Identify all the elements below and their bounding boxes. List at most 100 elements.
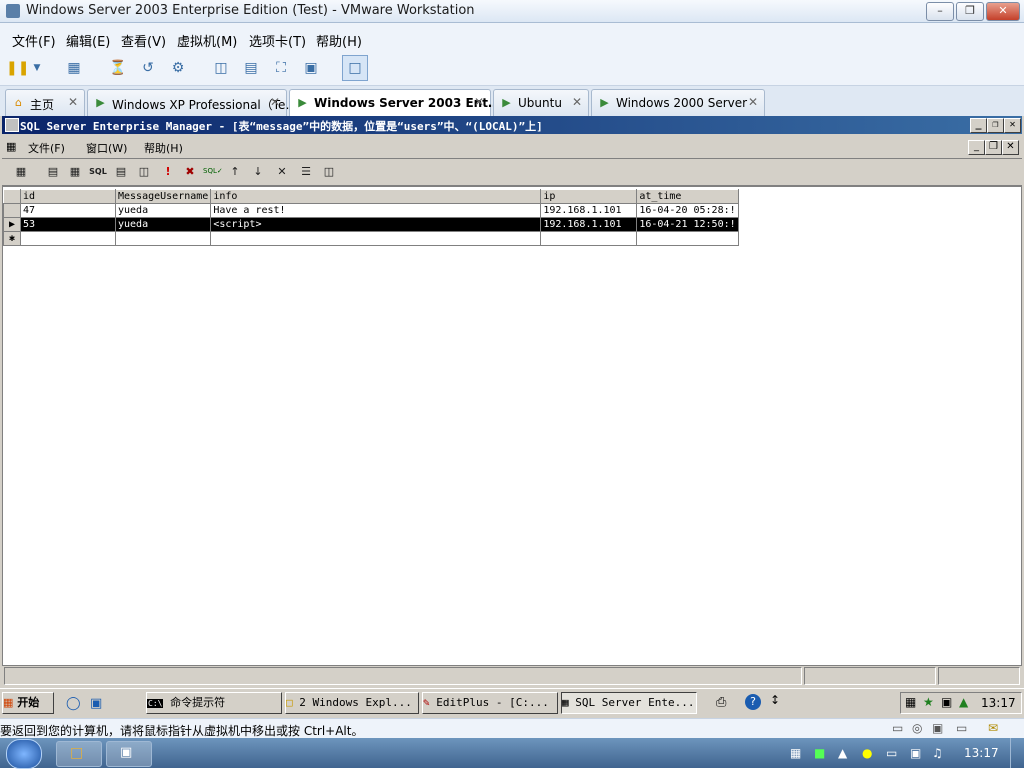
menu-help[interactable]: 帮助(H) bbox=[316, 31, 362, 50]
close-icon[interactable]: ✕ bbox=[270, 95, 280, 109]
table-cell[interactable]: yueda bbox=[114, 217, 212, 232]
vmware-tools-icon[interactable]: ▣ bbox=[941, 695, 952, 709]
taskbar-button-cmd[interactable]: C:\ 命令提示符 bbox=[146, 692, 282, 714]
table-cell[interactable]: Have a rest! bbox=[210, 203, 542, 218]
row-selector[interactable] bbox=[3, 203, 21, 218]
revert-snapshot-icon[interactable]: ↺ bbox=[138, 58, 158, 78]
tab-home[interactable]: ⌂ 主页 ✕ bbox=[5, 89, 85, 116]
run-icon[interactable]: ! bbox=[159, 163, 177, 180]
hard-disk-icon[interactable]: ▭ bbox=[892, 721, 903, 735]
table-cell[interactable]: 53 bbox=[20, 217, 116, 232]
send-ctrl-alt-del-icon[interactable]: ▦ bbox=[64, 58, 84, 78]
tab-ubuntu[interactable]: ▶ Ubuntu ✕ bbox=[493, 89, 589, 116]
tab-windows-2000[interactable]: ▶ Windows 2000 Server ✕ bbox=[591, 89, 765, 116]
table-cell[interactable]: yueda bbox=[114, 203, 212, 218]
sql-restore-button[interactable]: ❐ bbox=[987, 118, 1004, 133]
properties-icon[interactable]: ▦ bbox=[12, 163, 30, 180]
table-cell[interactable] bbox=[114, 231, 212, 246]
tab-windows-xp[interactable]: ▶ Windows XP Professional（Te… ✕ bbox=[87, 89, 297, 116]
column-header[interactable]: id bbox=[20, 189, 116, 204]
child-restore-button[interactable]: ❐ bbox=[985, 140, 1002, 155]
table-cell[interactable]: 192.168.1.101 bbox=[540, 217, 638, 232]
table-row-selected[interactable]: ▶ 53 yueda <script> 192.168.1.101 16-04-… bbox=[3, 217, 739, 232]
windows-start-orb-icon[interactable] bbox=[6, 739, 42, 769]
results-pane-icon[interactable]: ▤ bbox=[112, 163, 130, 180]
sql-minimize-button[interactable]: _ bbox=[970, 118, 987, 133]
menu-vm[interactable]: 虚拟机(M) bbox=[177, 31, 237, 50]
security-icon[interactable]: ★ bbox=[923, 695, 934, 709]
taskbar-button-sql-server[interactable]: ▦ SQL Server Ente... bbox=[561, 692, 697, 714]
table-cell[interactable]: 192.168.1.101 bbox=[540, 203, 638, 218]
usb-device-icon[interactable]: ▭ bbox=[956, 721, 967, 735]
show-library-icon[interactable]: ◫ bbox=[211, 58, 231, 78]
host-task-vmware[interactable]: ▣ bbox=[106, 741, 152, 767]
table-cell[interactable] bbox=[210, 231, 542, 246]
snapshot-icon[interactable]: ⏳ bbox=[108, 58, 128, 78]
sql-menu-file[interactable]: 文件(F) bbox=[28, 140, 65, 156]
network-icon[interactable]: ▦ bbox=[905, 695, 916, 709]
sort-descending-icon[interactable]: ↓ bbox=[249, 163, 267, 180]
menu-tabs[interactable]: 选项卡(T) bbox=[249, 31, 306, 50]
internet-explorer-icon[interactable]: ◯ bbox=[66, 696, 81, 711]
verify-sql-icon[interactable]: SQL✓ bbox=[203, 163, 223, 180]
network-adapter-icon[interactable]: ▣ bbox=[932, 721, 943, 735]
new-row-asterisk-icon[interactable]: ✱ bbox=[3, 231, 21, 246]
menu-file[interactable]: 文件(F) bbox=[12, 31, 56, 50]
cd-rom-icon[interactable]: ◎ bbox=[912, 721, 922, 735]
tab-windows-server-2003[interactable]: ▶ Windows Server 2003 Ent… ✕ bbox=[289, 89, 500, 117]
document-icon[interactable]: ▦ bbox=[6, 140, 20, 154]
table-cell[interactable] bbox=[636, 231, 739, 246]
sort-ascending-icon[interactable]: ↑ bbox=[226, 163, 244, 180]
child-minimize-button[interactable]: _ bbox=[968, 140, 985, 155]
sql-menu-window[interactable]: 窗口(W) bbox=[86, 140, 127, 156]
column-header[interactable]: at_time bbox=[636, 189, 739, 204]
results-grid[interactable]: id MessageUsername info ip at_time 47 yu… bbox=[3, 189, 739, 246]
safely-remove-icon[interactable]: ▲ bbox=[959, 695, 968, 709]
sql-close-button[interactable]: ✕ bbox=[1004, 118, 1021, 133]
outlook-express-icon[interactable]: ▣ bbox=[90, 696, 102, 711]
group-by-icon[interactable]: ☰ bbox=[297, 163, 315, 180]
maximize-button[interactable]: ❐ bbox=[956, 2, 984, 21]
tray-icon[interactable]: ■ bbox=[814, 746, 825, 760]
column-header[interactable]: info bbox=[210, 189, 542, 204]
tray-icon[interactable]: ▭ bbox=[886, 746, 897, 760]
sql-pane-icon[interactable]: SQL bbox=[89, 163, 107, 180]
network-activity-icon[interactable]: ↕ bbox=[770, 693, 780, 707]
column-header[interactable]: MessageUsername bbox=[114, 189, 212, 204]
snapshot-manager-icon[interactable]: ⚙ bbox=[168, 58, 188, 78]
child-close-button[interactable]: ✕ bbox=[1002, 140, 1019, 155]
messages-icon[interactable]: ✉ bbox=[988, 721, 998, 735]
current-row-arrow-icon[interactable]: ▶ bbox=[3, 217, 21, 232]
remove-filter-icon[interactable]: ✕ bbox=[273, 163, 291, 180]
chevron-down-icon[interactable]: ▼ bbox=[27, 58, 47, 78]
tray-icon[interactable]: ▦ bbox=[790, 746, 801, 760]
pause-icon[interactable]: ❚❚ bbox=[6, 58, 29, 78]
new-row[interactable]: ✱ bbox=[3, 231, 739, 246]
table-cell[interactable]: 16-04-20 05:28:! bbox=[636, 203, 739, 218]
host-task-explorer[interactable]: □ bbox=[56, 741, 102, 767]
close-button[interactable]: ✕ bbox=[986, 2, 1020, 21]
taskbar-button-explorer[interactable]: □ 2 Windows Expl... bbox=[285, 692, 419, 714]
help-icon[interactable]: ? bbox=[745, 694, 761, 710]
show-desktop-button[interactable] bbox=[1010, 738, 1023, 768]
table-cell[interactable]: 16-04-21 12:50:! bbox=[636, 217, 739, 232]
close-icon[interactable]: ✕ bbox=[748, 95, 758, 109]
table-cell[interactable]: 47 bbox=[20, 203, 116, 218]
menu-view[interactable]: 查看(V) bbox=[121, 31, 166, 50]
table-cell[interactable] bbox=[20, 231, 116, 246]
thumbnail-bar-icon[interactable]: ▤ bbox=[241, 58, 261, 78]
diagram-pane-icon[interactable]: ▤ bbox=[44, 163, 62, 180]
close-icon[interactable]: ✕ bbox=[474, 95, 484, 109]
grid-pane-icon[interactable]: ▦ bbox=[66, 163, 84, 180]
results-grid-area[interactable] bbox=[2, 186, 1022, 666]
table-row[interactable]: 47 yueda Have a rest! 192.168.1.101 16-0… bbox=[3, 203, 739, 218]
network-icon[interactable]: ▣ bbox=[910, 746, 921, 760]
taskbar-button-editplus[interactable]: ✎ EditPlus - [C:... bbox=[422, 692, 558, 714]
minimize-button[interactable]: – bbox=[926, 2, 954, 21]
add-table-icon[interactable]: ◫ bbox=[320, 163, 338, 180]
start-button[interactable]: ▦ 开始 bbox=[2, 692, 54, 714]
full-screen-icon[interactable]: ⛶ bbox=[271, 58, 291, 78]
shield-icon[interactable]: ▲ bbox=[838, 746, 847, 760]
close-icon[interactable]: ✕ bbox=[572, 95, 582, 109]
tray-icon[interactable]: ● bbox=[862, 746, 872, 760]
